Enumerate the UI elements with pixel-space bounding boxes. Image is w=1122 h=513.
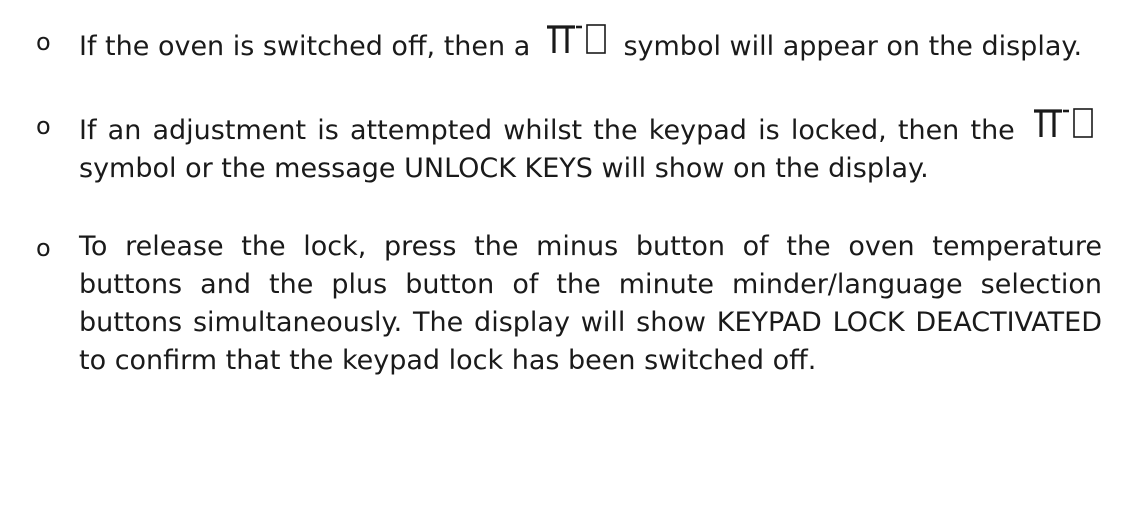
item-text: To release the lock, press the minus but… (79, 231, 1102, 376)
bullet-marker: o (36, 112, 51, 140)
item-text-before: If the oven is switched off, then a (79, 31, 531, 62)
bullet-marker: o (36, 28, 51, 56)
list-item: o If the oven is switched off, then a sy… (36, 22, 1102, 66)
key-lock-symbol-icon (1032, 106, 1096, 140)
document-body: o If the oven is switched off, then a sy… (36, 22, 1102, 420)
item-text-after: symbol or the message UNLOCK KEYS will s… (79, 153, 929, 184)
item-text-after: symbol will appear on the display. (623, 31, 1083, 62)
key-lock-symbol-icon (545, 22, 609, 56)
list-item: o To release the lock, press the minus b… (36, 228, 1102, 380)
list-item: o If an adjustment is attempted whilst t… (36, 106, 1102, 188)
item-text-before: If an adjustment is attempted whilst the… (79, 115, 1015, 146)
bullet-marker: o (36, 234, 51, 262)
